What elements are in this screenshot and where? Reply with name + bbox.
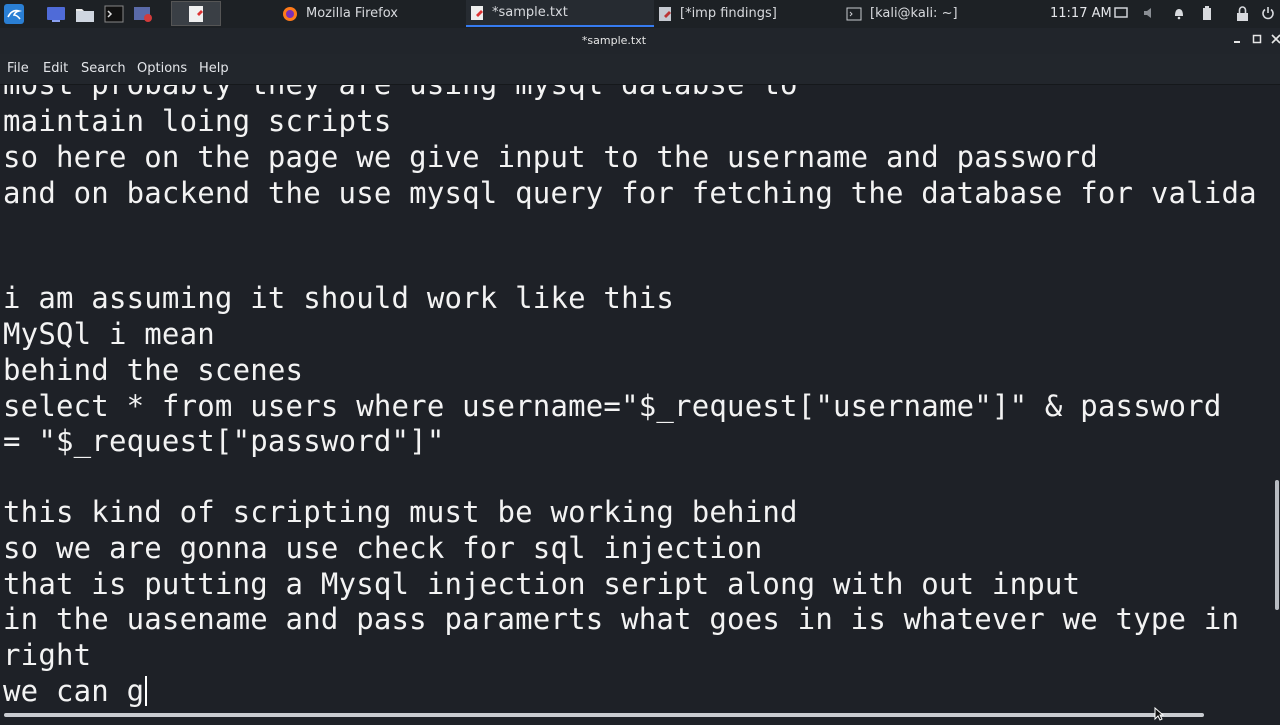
minimize-icon[interactable] (1229, 32, 1245, 48)
menu-edit[interactable]: Edit (43, 61, 68, 76)
window-titlebar[interactable]: *sample.txt (0, 28, 1280, 54)
window-title: *sample.txt (581, 34, 647, 47)
editor-line: = "$_request["password"]" (3, 424, 445, 458)
mouse-pointer-icon (1154, 706, 1165, 721)
vertical-scroll-thumb[interactable] (1275, 480, 1279, 610)
menu-options[interactable]: Options (137, 61, 187, 76)
task-label-sample: *sample.txt (492, 5, 568, 20)
editor-line: MySQl i mean (3, 317, 215, 351)
taskbar: Mozilla Firefox *sample.txt [*imp findin… (0, 0, 1280, 29)
task-label-firefox: Mozilla Firefox (306, 6, 398, 21)
volume-icon[interactable] (1142, 5, 1158, 21)
browser-launcher-icon[interactable] (132, 3, 154, 25)
menu-help[interactable]: Help (199, 61, 229, 76)
menu-search[interactable]: Search (81, 61, 126, 76)
clock[interactable]: 11:17 AM (1050, 0, 1112, 27)
editor-line: most probably they are using mysql datab… (3, 85, 798, 102)
editor-line-current: we can g (3, 673, 148, 709)
lock-icon[interactable] (1234, 5, 1250, 21)
editor-line: select * from users where username="$_re… (3, 389, 1222, 423)
terminal-launcher-icon[interactable] (103, 3, 125, 25)
menu-bar: File Edit Search Options Help (0, 54, 1280, 85)
text-caret (145, 676, 148, 706)
editor-line: in the uasename and pass paramerts what … (3, 602, 1240, 636)
editor-line: maintain loing scripts (3, 104, 392, 138)
task-firefox[interactable]: Mozilla Firefox (282, 0, 398, 27)
display-icon[interactable] (1113, 5, 1129, 21)
text-editor-launcher-icon[interactable] (185, 3, 207, 25)
current-line-text: we can g (3, 674, 145, 708)
terminal-icon (846, 7, 862, 20)
task-sample-txt[interactable]: *sample.txt (466, 0, 654, 27)
desktop-icon[interactable] (45, 3, 67, 25)
task-terminal[interactable]: [kali@kali: ~] (846, 0, 958, 27)
editor-line: behind the scenes (3, 353, 304, 387)
file-manager-icon[interactable] (74, 3, 96, 25)
battery-icon[interactable] (1199, 5, 1215, 21)
power-icon[interactable] (1260, 5, 1276, 21)
notes-icon (659, 6, 671, 21)
notification-bell-icon[interactable] (1171, 5, 1187, 21)
kali-menu-icon[interactable] (3, 3, 25, 25)
editor-line: so we are gonna use check for sql inject… (3, 531, 763, 565)
editor-line: that is putting a Mysql injection seript… (3, 567, 1081, 601)
editor-line: this kind of scripting must be working b… (3, 495, 798, 529)
task-label-terminal: [kali@kali: ~] (870, 6, 958, 21)
maximize-icon[interactable] (1249, 32, 1265, 48)
close-icon[interactable] (1268, 32, 1280, 48)
menu-file[interactable]: File (7, 61, 29, 76)
editor-line: i am assuming it should work like this (3, 281, 675, 315)
vertical-scrollbar[interactable] (1274, 85, 1280, 710)
text-editor-icon (471, 5, 483, 20)
horizontal-scrollbar[interactable] (0, 710, 1280, 720)
text-editor-area[interactable]: most probably they are using mysql datab… (0, 85, 1274, 710)
editor-line: and on backend the use mysql query for f… (3, 176, 1257, 210)
task-imp-findings[interactable]: [*imp findings] (658, 0, 777, 27)
horizontal-scroll-thumb[interactable] (4, 713, 1204, 717)
editor-line: right (3, 638, 92, 672)
firefox-icon (283, 6, 297, 21)
task-label-findings: [*imp findings] (680, 6, 777, 21)
editor-line: so here on the page we give input to the… (3, 140, 1098, 174)
